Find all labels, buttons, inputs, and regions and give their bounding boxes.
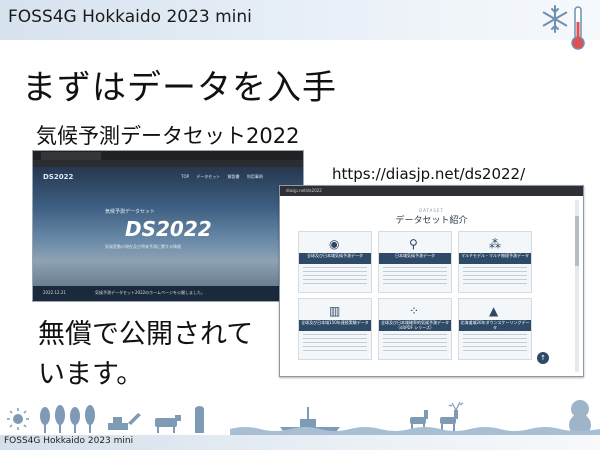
hero-tagline: 気候予測データセット (105, 209, 156, 215)
site-brand-logo: DS2022 (43, 173, 74, 181)
dataset-card: ◉ 全球及び日本域気候予測データ (298, 231, 372, 293)
japan-map-icon: ⚲ (409, 237, 418, 251)
factory-icon: ▲ (489, 304, 499, 318)
network-icon: ⁂ (489, 237, 501, 251)
dataset-card: ⁂ マルチモデル・マルチ物理予測データ (458, 231, 532, 293)
snowflake-icon (542, 5, 568, 33)
nav-item-cases: 利用事例 (246, 174, 263, 179)
browser-toolbar (280, 186, 583, 196)
browser-tab (41, 152, 101, 160)
card-label: 全球及び日本域気候予測データ (307, 253, 363, 258)
dataset-card: ▲ 北海道域20年ダウンスケーリングデータ (458, 298, 532, 360)
dataset-page-screenshot: diasjp.net/ds2022 DATASET データセット紹介 ◉ 全球及… (279, 185, 584, 377)
slide-subtitle: 気候予測データセット2022 (36, 124, 300, 148)
card-label-band: 全球及び日本域150年連続実験データ (299, 320, 371, 331)
globe-icon: ◉ (329, 237, 340, 251)
news-date: 2022.12.21 (43, 290, 66, 295)
nav-item-top: TOP (181, 174, 190, 179)
dataset-card: ⚲ 日本域気候予測データ (378, 231, 452, 293)
header-title: FOSS4G Hokkaido 2023 mini (8, 7, 252, 27)
section-heading: データセット紹介 (395, 216, 468, 226)
card-label: 全球及び日本域150年連続実験データ (301, 320, 369, 325)
news-text: 気候予測データセット2022のホームページを公開しました。 (95, 290, 205, 295)
footer-title: FOSS4G Hokkaido 2023 mini (4, 436, 134, 446)
card-body-text (383, 267, 447, 285)
free-availability-note: 無償で公開されています。 (38, 319, 254, 390)
site-nav: TOP データセット 解説書 利用事例 (181, 174, 269, 180)
card-label-band: マルチモデル・マルチ物理予測データ (459, 253, 531, 264)
card-label-band: 全球及び日本域確率的気候予測データ（d4PDF シリーズ） (379, 320, 451, 331)
browser-address-bar (33, 160, 303, 167)
card-label-band: 日本域気候予測データ (379, 253, 451, 264)
card-body-text (463, 334, 527, 352)
card-label-band: 北海道域20年ダウンスケーリングデータ (459, 320, 531, 331)
scrollbar-thumb (575, 216, 579, 266)
hero-description: 気候変動の現在及び将来予測に関する情報 (105, 244, 181, 249)
card-label-band: 全球及び日本域気候予測データ (299, 253, 371, 264)
hokkaido-silhouette-decoration (7, 400, 600, 435)
browser-address-text: diasjp.net/ds2022 (286, 188, 322, 193)
slide-title: まずはデータを入手 (22, 68, 337, 108)
card-label: 全球及び日本域確率的気候予測データ（d4PDF シリーズ） (381, 320, 449, 330)
scatter-icon: ⁘ (409, 304, 420, 318)
card-body-text (303, 334, 367, 352)
card-label: マルチモデル・マルチ物理予測データ (461, 253, 529, 258)
bar-chart-icon: ▥ (329, 304, 341, 318)
ds2022-top-screenshot: DS2022 TOP データセット 解説書 利用事例 気候予測データセット DS… (32, 150, 304, 302)
hero-title: DS2022 (125, 217, 212, 241)
back-to-top-button: ↑ (537, 352, 549, 364)
nav-item-manual: 解説書 (227, 174, 240, 179)
card-body-text (383, 334, 447, 352)
card-label: 日本域気候予測データ (395, 253, 435, 258)
card-label: 北海道域20年ダウンスケーリングデータ (460, 320, 530, 330)
dataset-card: ▥ 全球及び日本域150年連続実験データ (298, 298, 372, 360)
card-body-text (463, 267, 527, 285)
card-body-text (303, 267, 367, 285)
browser-tab-strip (33, 151, 303, 160)
nav-item-dataset: データセット (196, 174, 221, 179)
dataset-url[interactable]: https://diasjp.net/ds2022/ (332, 165, 525, 183)
dataset-card: ⁘ 全球及び日本域確率的気候予測データ（d4PDF シリーズ） (378, 298, 452, 360)
thermometer-icon (571, 6, 585, 50)
